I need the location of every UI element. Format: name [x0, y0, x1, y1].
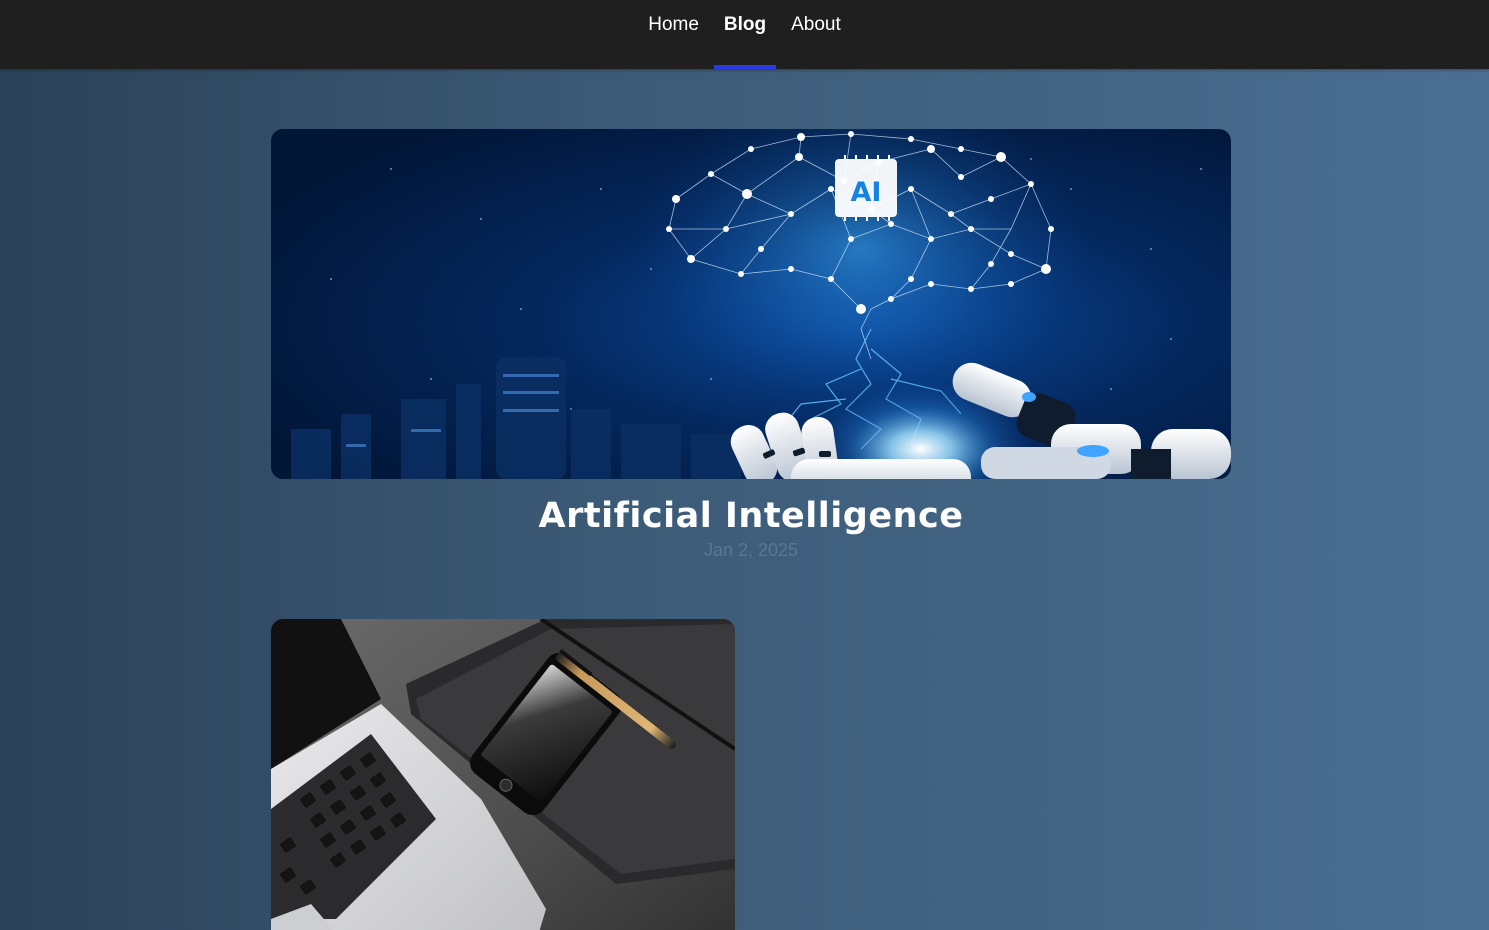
svg-text:AI: AI [851, 177, 882, 208]
post-date: Jan 2, 2025 [703, 540, 799, 560]
nav-home-link[interactable]: Home [638, 0, 709, 69]
ai-brain-robot-hand-image[interactable]: AI [271, 129, 1231, 479]
laptop-phone-notebook-image[interactable] [271, 619, 735, 930]
top-navigation: Home Blog About [0, 0, 1489, 69]
nav-links: Home Blog About [0, 0, 1489, 69]
nav-blog-link[interactable]: Blog [713, 0, 777, 69]
nav-about-link[interactable]: About [781, 0, 851, 69]
featured-post-card[interactable]: AI Artificial Intelligence Jan 2, 2025 [271, 129, 1231, 561]
post-title[interactable]: Artificial Intelligence [271, 496, 1231, 536]
